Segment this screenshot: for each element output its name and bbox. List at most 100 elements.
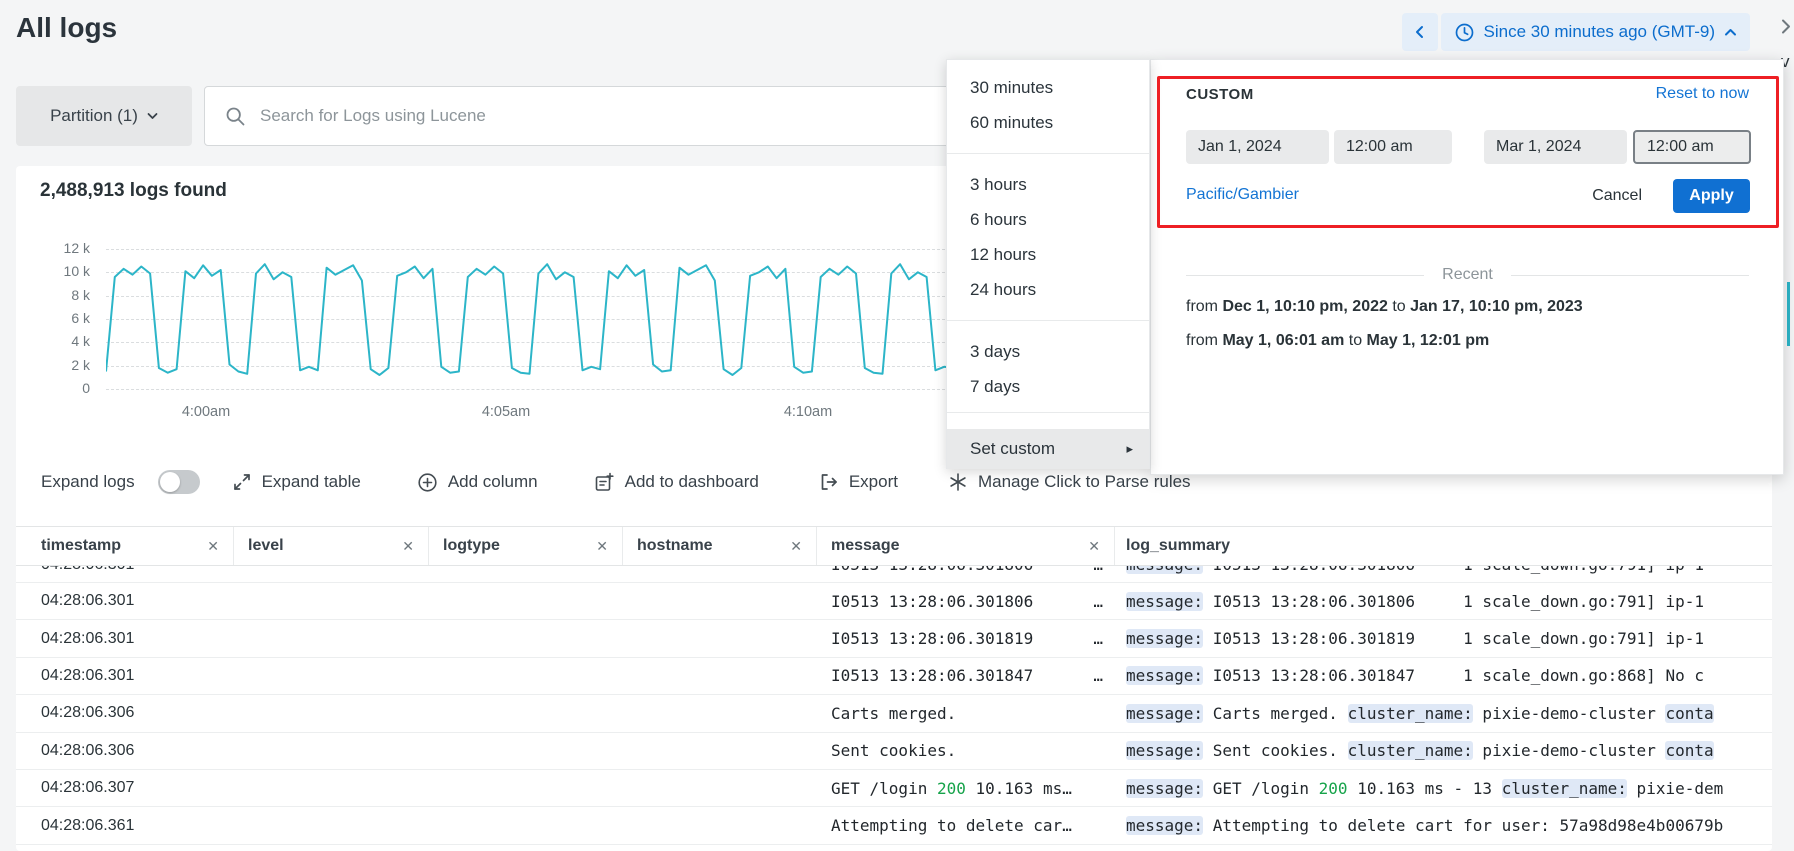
cell-timestamp: 04:28:06.301 bbox=[16, 566, 234, 582]
column-label: message bbox=[831, 537, 900, 554]
parse-rules-icon bbox=[948, 472, 968, 492]
message-text: I0513 13:28:06.301806 bbox=[831, 566, 1033, 574]
token-highlighted: message: bbox=[1126, 666, 1204, 686]
apply-button[interactable]: Apply bbox=[1673, 179, 1750, 213]
column-label: logtype bbox=[443, 537, 500, 554]
token-text: pixie-dem bbox=[1626, 778, 1724, 798]
column-header-message[interactable]: message ✕ bbox=[817, 527, 1115, 565]
x-axis-tick: 4:00am bbox=[181, 404, 231, 420]
table-row[interactable]: 04:28:06.306 Sent cookies. message: Sent c… bbox=[16, 732, 1772, 770]
table-row[interactable]: 04:28:06.361 Attempting to delete car… mes… bbox=[16, 807, 1772, 845]
token-text: 10.163 ms… bbox=[965, 778, 1072, 798]
column-header-log-summary[interactable]: log_summary bbox=[1115, 527, 1772, 565]
menu-item-60-minutes[interactable]: 60 minutes bbox=[947, 105, 1149, 140]
menu-item-6-hours[interactable]: 6 hours bbox=[947, 202, 1149, 237]
start-date-field[interactable]: Jan 1, 2024 bbox=[1186, 130, 1329, 164]
table-row[interactable]: 04:28:06.306 Carts merged. message: Carts … bbox=[16, 695, 1772, 733]
menu-item-12-hours[interactable]: 12 hours bbox=[947, 237, 1149, 272]
cell-empty bbox=[234, 770, 429, 806]
recent-range-item[interactable]: from Dec 1, 10:10 pm, 2022 to Jan 17, 10… bbox=[1186, 298, 1583, 316]
add-to-dashboard-icon bbox=[594, 472, 615, 493]
manage-parse-rules-button[interactable]: Manage Click to Parse rules bbox=[948, 472, 1191, 492]
column-header-timestamp[interactable]: timestamp ✕ bbox=[16, 527, 234, 565]
token-highlighted: message: bbox=[1126, 741, 1204, 761]
cell-empty bbox=[429, 807, 623, 843]
table-row[interactable]: 04:28:06.301 I0513 13:28:06.301806 … messag… bbox=[16, 583, 1772, 621]
cell-timestamp: 04:28:06.301 bbox=[41, 666, 135, 684]
cell-empty bbox=[429, 566, 623, 582]
cell-message: I0513 13:28:06.301847… bbox=[817, 658, 1115, 694]
export-icon bbox=[819, 472, 839, 492]
export-button[interactable]: Export bbox=[819, 472, 898, 492]
chevron-down-icon bbox=[147, 112, 158, 120]
expand-logs-label: Expand logs bbox=[41, 472, 135, 491]
table-row-partial[interactable]: 04:28:06.301 I0513 13:28:06.301806 … messag… bbox=[16, 566, 1772, 583]
close-icon[interactable]: ✕ bbox=[207, 538, 219, 555]
recent-range-item[interactable]: from May 1, 06:01 am to May 1, 12:01 pm bbox=[1186, 332, 1489, 350]
time-picker-button[interactable]: Since 30 minutes ago (GMT-9) bbox=[1440, 13, 1750, 51]
menu-divider bbox=[947, 320, 1149, 321]
add-to-dashboard-label: Add to dashboard bbox=[624, 472, 759, 491]
cell-log-summary: message: I0513 13:28:06.301847 1 scale_d… bbox=[1115, 658, 1772, 694]
column-header-level[interactable]: level ✕ bbox=[234, 527, 429, 565]
end-date-field[interactable]: Mar 1, 2024 bbox=[1484, 130, 1627, 164]
cancel-button[interactable]: Cancel bbox=[1592, 187, 1642, 205]
cell-empty bbox=[623, 620, 817, 656]
reset-to-now-link[interactable]: Reset to now bbox=[1656, 85, 1749, 103]
menu-divider bbox=[947, 412, 1149, 413]
menu-item-30-minutes[interactable]: 30 minutes bbox=[947, 70, 1149, 105]
menu-item-3-hours[interactable]: 3 hours bbox=[947, 167, 1149, 202]
menu-item-24-hours[interactable]: 24 hours bbox=[947, 272, 1149, 307]
token-text: Attempting to delete car… bbox=[831, 816, 1072, 836]
chevron-right-icon[interactable] bbox=[1779, 18, 1792, 35]
column-header-hostname[interactable]: hostname ✕ bbox=[623, 527, 817, 565]
page-title: All logs bbox=[16, 12, 118, 43]
expand-table-icon bbox=[232, 472, 252, 492]
close-icon[interactable]: ✕ bbox=[596, 538, 608, 555]
message-text: Carts merged. bbox=[831, 704, 956, 723]
token-text: I0513 13:28:06.301806 1 scale_down.go:79… bbox=[1203, 566, 1704, 574]
y-axis-tick: 6 k bbox=[71, 310, 90, 326]
token-highlighted: conta bbox=[1665, 703, 1714, 723]
token-text: I0513 13:28:06.301847 1 scale_down.go:86… bbox=[1203, 666, 1704, 686]
add-to-dashboard-button[interactable]: Add to dashboard bbox=[594, 472, 759, 493]
set-custom-label: Set custom bbox=[970, 439, 1056, 458]
expand-table-button[interactable]: Expand table bbox=[232, 472, 361, 492]
token-highlighted: message: bbox=[1126, 566, 1204, 575]
time-range-menu: 30 minutes 60 minutes 3 hours 6 hours 12… bbox=[946, 59, 1150, 469]
end-time-field[interactable]: 12:00 am bbox=[1633, 130, 1751, 164]
logs-found-count: 2,488,913 logs found bbox=[40, 180, 227, 201]
close-icon[interactable]: ✕ bbox=[790, 538, 802, 555]
y-axis-tick: 8 k bbox=[71, 287, 90, 303]
table-row[interactable]: 04:28:06.307 GET /login 200 10.163 ms… mes… bbox=[16, 769, 1772, 808]
cell-empty bbox=[623, 733, 817, 769]
token-text: pixie-demo-cluster bbox=[1472, 703, 1666, 723]
cell-timestamp: 04:28:06.361 bbox=[41, 816, 135, 834]
column-header-logtype[interactable]: logtype ✕ bbox=[429, 527, 623, 565]
divider-line bbox=[1510, 274, 1750, 276]
timezone-link[interactable]: Pacific/Gambier bbox=[1186, 186, 1299, 204]
time-shift-back-button[interactable] bbox=[1401, 13, 1438, 51]
cell-message: Attempting to delete car… bbox=[817, 807, 1115, 843]
menu-item-3-days[interactable]: 3 days bbox=[947, 334, 1149, 369]
cell-timestamp: 04:28:06.301 bbox=[41, 629, 135, 647]
menu-item-set-custom[interactable]: Set custom ▸ bbox=[947, 429, 1149, 469]
column-label: timestamp bbox=[41, 537, 122, 554]
y-axis-tick: 2 k bbox=[71, 357, 90, 373]
close-icon[interactable]: ✕ bbox=[1088, 538, 1100, 555]
table-row[interactable]: 04:28:06.301 I0513 13:28:06.301819 … messag… bbox=[16, 620, 1772, 658]
add-column-button[interactable]: Add column bbox=[417, 472, 538, 493]
expand-logs-toggle[interactable] bbox=[157, 470, 200, 494]
time-picker-label: Since 30 minutes ago (GMT-9) bbox=[1483, 22, 1715, 41]
close-icon[interactable]: ✕ bbox=[402, 538, 414, 555]
token-highlighted: conta bbox=[1665, 741, 1714, 761]
start-time-field[interactable]: 12:00 am bbox=[1334, 130, 1452, 164]
menu-item-7-days[interactable]: 7 days bbox=[947, 369, 1149, 404]
x-axis-tick: 4:05am bbox=[481, 404, 531, 420]
custom-time-popover: CUSTOM Reset to now Jan 1, 2024 12:00 am… bbox=[1150, 59, 1784, 475]
custom-heading: CUSTOM bbox=[1186, 86, 1254, 103]
cell-empty bbox=[429, 695, 623, 731]
table-row[interactable]: 04:28:06.301 I0513 13:28:06.301847 … messag… bbox=[16, 657, 1772, 696]
token-text: Carts merged. bbox=[831, 703, 957, 723]
partition-filter-button[interactable]: Partition (1) bbox=[16, 86, 192, 146]
